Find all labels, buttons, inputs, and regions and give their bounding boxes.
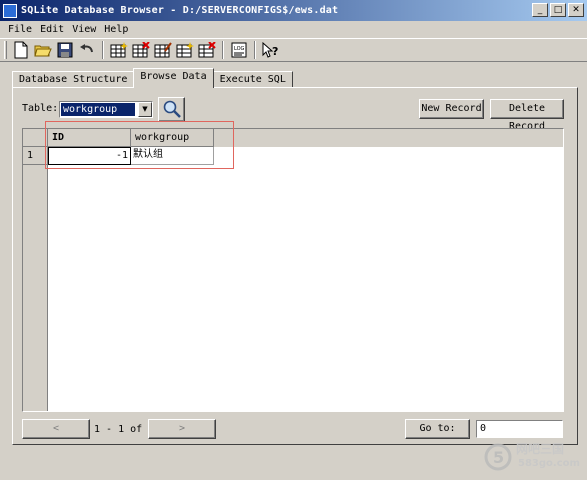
search-button[interactable] xyxy=(158,97,185,122)
new-record-button[interactable]: New Record xyxy=(419,99,484,119)
menu-bar: File Edit View Help xyxy=(0,21,587,37)
minimize-button[interactable]: _ xyxy=(532,3,548,17)
svg-text:?: ? xyxy=(272,45,278,58)
menu-edit[interactable]: Edit xyxy=(36,24,68,35)
toolbar-separator xyxy=(102,41,104,59)
tab-execute-sql[interactable]: Execute SQL xyxy=(212,71,293,88)
watermark-logo: 5 网吧三国 583go.com xyxy=(484,438,584,476)
toolbar: LOG ? xyxy=(0,38,587,62)
tab-bar: Database Structure Browse Data Execute S… xyxy=(12,68,293,88)
menu-view[interactable]: View xyxy=(68,24,100,35)
table-select[interactable]: workgroup ▼ xyxy=(59,101,153,118)
annotation-highlight-box xyxy=(45,121,234,169)
create-table-button[interactable] xyxy=(108,39,130,61)
toolbar-separator xyxy=(254,41,256,59)
create-index-button[interactable] xyxy=(174,39,196,61)
new-file-button[interactable] xyxy=(10,39,32,61)
table-label: Table: xyxy=(22,103,59,114)
toolbar-separator xyxy=(222,41,224,59)
chevron-left-icon: < xyxy=(52,423,60,434)
window-controls: _ □ ✕ xyxy=(532,3,584,17)
toolbar-grip[interactable] xyxy=(4,41,7,59)
save-icon xyxy=(57,42,73,58)
log-icon: LOG xyxy=(231,42,247,58)
delete-index-icon xyxy=(198,42,216,58)
chevron-down-icon[interactable]: ▼ xyxy=(138,102,152,117)
tab-browse-data[interactable]: Browse Data xyxy=(133,68,214,88)
window-title: SQLite Database Browser - D:/SERVERCONFI… xyxy=(21,5,339,16)
menu-file[interactable]: File xyxy=(4,24,36,35)
delete-record-button[interactable]: Delete Record xyxy=(490,99,564,132)
go-to-input[interactable]: 0 xyxy=(476,420,563,438)
search-icon xyxy=(163,100,181,118)
delete-table-button[interactable] xyxy=(130,39,152,61)
undo-button[interactable] xyxy=(76,39,98,61)
modify-table-button[interactable] xyxy=(152,39,174,61)
svg-text:5: 5 xyxy=(493,448,504,467)
next-page-button[interactable]: > xyxy=(148,419,216,439)
data-grid[interactable]: ID workgroup 1 -1 默认组 xyxy=(22,128,564,412)
go-to-button[interactable]: Go to: xyxy=(405,419,470,439)
close-button[interactable]: ✕ xyxy=(568,3,584,17)
create-table-icon xyxy=(110,42,128,58)
undo-icon xyxy=(80,44,93,53)
open-folder-icon xyxy=(34,45,52,57)
new-file-icon xyxy=(14,41,28,59)
create-index-icon xyxy=(176,42,194,58)
watermark-cn: 网吧三国 xyxy=(516,442,565,456)
modify-table-icon xyxy=(154,42,172,58)
delete-index-button[interactable] xyxy=(196,39,218,61)
menu-help[interactable]: Help xyxy=(100,24,132,35)
app-icon xyxy=(3,3,17,18)
title-bar: SQLite Database Browser - D:/SERVERCONFI… xyxy=(0,0,587,21)
svg-text:LOG: LOG xyxy=(234,46,245,52)
maximize-button[interactable]: □ xyxy=(550,3,566,17)
watermark-url: 583go.com xyxy=(518,458,580,469)
prev-page-button[interactable]: < xyxy=(22,419,90,439)
save-button[interactable] xyxy=(54,39,76,61)
delete-table-icon xyxy=(132,42,150,58)
table-select-value: workgroup xyxy=(61,103,135,116)
tab-database-structure[interactable]: Database Structure xyxy=(12,71,135,88)
whats-this-icon: ? xyxy=(262,42,278,58)
whats-this-button[interactable]: ? xyxy=(260,39,282,61)
page-range: 1 - 1 of 1 xyxy=(94,424,155,435)
open-button[interactable] xyxy=(32,39,54,61)
grid-row-header-column xyxy=(23,147,48,411)
chevron-right-icon: > xyxy=(178,423,186,434)
log-button[interactable]: LOG xyxy=(228,39,250,61)
